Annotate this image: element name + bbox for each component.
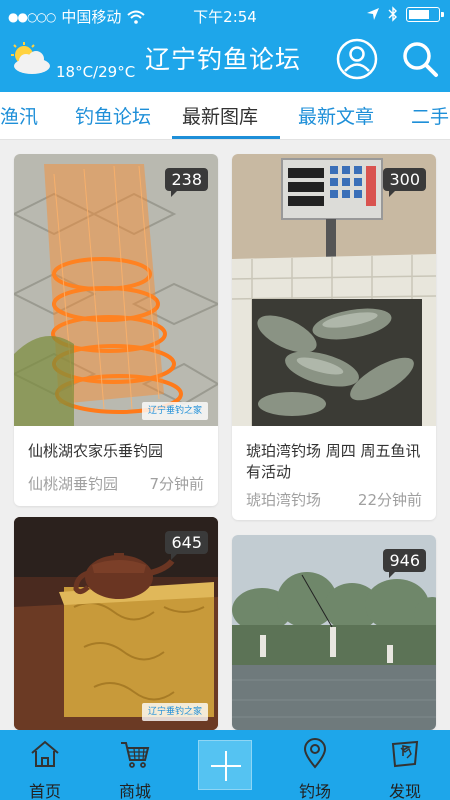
view-count-badge: 946	[383, 549, 426, 578]
add-post-button[interactable]	[198, 740, 252, 790]
nav-label: 钓场	[298, 782, 331, 800]
location-icon	[303, 738, 327, 769]
bluetooth-icon	[388, 6, 397, 22]
app-title: 辽宁钓鱼论坛	[145, 45, 302, 74]
tab-second-hand[interactable]: 二手	[411, 102, 449, 129]
nav-label: 首页	[28, 782, 61, 800]
gallery-card[interactable]: 300 琥珀湾钓场 周四 周五鱼讯有活动 琥珀湾钓场 22分钟前	[232, 154, 436, 520]
weather-sun-cloud-icon	[11, 42, 50, 74]
tab-latest-articles[interactable]: 最新文章	[298, 102, 374, 129]
plus-icon	[211, 751, 241, 781]
location-arrow-icon	[367, 8, 379, 20]
card-title: 仙桃湖农家乐垂钓园	[28, 442, 164, 460]
home-icon	[31, 740, 59, 767]
battery-icon	[406, 6, 444, 22]
category-tabs: 渔汛 钓鱼论坛 最新图库 最新文章 二手	[0, 92, 450, 140]
gallery-card[interactable]: 645 辽宁垂钓之家	[14, 517, 218, 730]
nav-label: 商城	[118, 782, 151, 800]
tab-yuxun[interactable]: 渔汛	[0, 102, 38, 129]
watermark-logo: 辽宁垂钓之家	[142, 703, 208, 721]
flag-map-icon	[391, 740, 419, 768]
card-image	[14, 154, 218, 426]
tab-fishing-forum[interactable]: 钓鱼论坛	[75, 102, 151, 129]
nav-fishing-spots[interactable]: 钓场	[270, 730, 360, 800]
weather-temperature: 18°C/29°C	[56, 63, 136, 81]
card-author: 仙桃湖垂钓园	[28, 475, 118, 493]
view-count-badge: 300	[383, 168, 426, 197]
cart-icon	[121, 742, 150, 768]
tab-latest-gallery[interactable]: 最新图库	[182, 102, 258, 129]
card-image	[232, 154, 436, 426]
gallery-card[interactable]: 238 辽宁垂钓之家 仙桃湖农家乐垂钓园 仙桃湖垂钓园 7分钟前	[14, 154, 218, 506]
card-title: 琥珀湾钓场 周四 周五鱼讯有活动	[246, 442, 421, 481]
view-count-badge: 645	[165, 531, 208, 560]
status-bar: ●●○○○ 中国移动 下午2:54	[0, 0, 450, 30]
card-time: 7分钟前	[149, 475, 204, 493]
nav-home[interactable]: 首页	[0, 730, 90, 800]
user-profile-icon[interactable]	[336, 38, 378, 80]
watermark-logo: 辽宁垂钓之家	[142, 402, 208, 420]
app-header: ●●○○○ 中国移动 下午2:54 18°C/29°C 辽宁钓鱼论坛	[0, 0, 450, 92]
view-count-badge: 238	[165, 168, 208, 197]
card-time: 22分钟前	[357, 491, 422, 509]
card-author: 琥珀湾钓场	[246, 491, 322, 509]
nav-discover[interactable]: 发现	[360, 730, 450, 800]
gallery-card[interactable]: 946	[232, 535, 436, 730]
nav-shop[interactable]: 商城	[90, 730, 180, 800]
nav-label: 发现	[388, 782, 421, 800]
search-icon[interactable]	[401, 40, 439, 78]
active-tab-indicator	[172, 136, 280, 139]
